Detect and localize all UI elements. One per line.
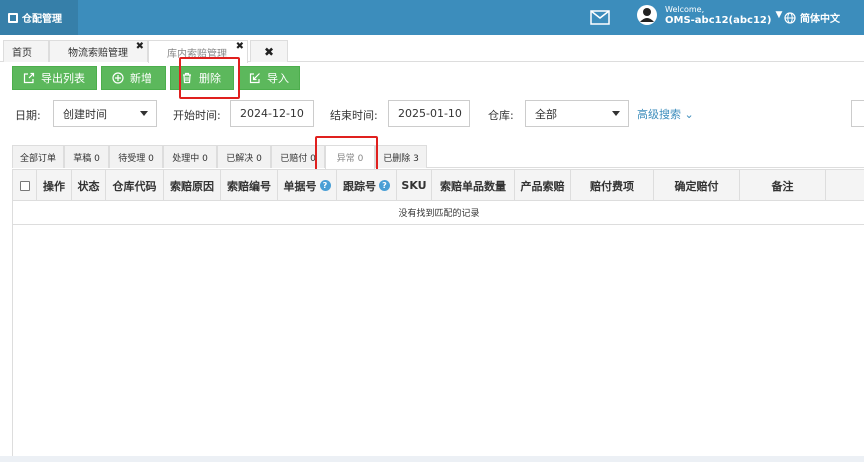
date-type-select[interactable]: 创建时间	[53, 100, 157, 127]
column-header-label: 单据号	[283, 179, 317, 193]
status-tab-label: 异常 0	[336, 154, 364, 164]
globe-icon	[784, 11, 796, 24]
delete-label: 删除	[199, 72, 221, 85]
column-header-tracking-no[interactable]: 跟踪号?	[337, 170, 397, 201]
footer-strip	[0, 456, 864, 462]
status-tab-exception[interactable]: 异常 0	[325, 145, 375, 169]
warehouse-label: 仓库:	[488, 109, 514, 122]
advanced-search-link[interactable]: 高级搜索 ⌄	[637, 106, 694, 122]
status-tab-pending[interactable]: 待受理 0	[109, 145, 163, 168]
user-menu[interactable]: Welcome, OMS-abc12(abc12) ▼	[637, 4, 782, 26]
tab-home[interactable]: 首页	[3, 40, 49, 62]
status-tab-draft[interactable]: 草稿 0	[64, 145, 109, 168]
tab-logistics-claims[interactable]: 物流索赔管理 ✖	[49, 40, 148, 62]
column-header[interactable]: 产品索赔	[515, 170, 571, 201]
start-time-label: 开始时间:	[173, 109, 221, 122]
tab-label: 物流索赔管理	[68, 48, 128, 59]
column-header[interactable]: 赔付费项	[571, 170, 654, 201]
app-logo-icon	[8, 12, 18, 23]
column-header-doc-no[interactable]: 单据号?	[278, 170, 337, 201]
mail-icon[interactable]	[590, 10, 610, 25]
export-icon	[23, 72, 35, 84]
delete-button[interactable]: 删除	[170, 66, 234, 90]
chevron-down-icon	[612, 111, 620, 116]
start-time-value: 2024-12-10	[240, 107, 304, 120]
status-tab-deleted[interactable]: 已删除 3	[375, 145, 427, 168]
add-button[interactable]: 新增	[101, 66, 166, 90]
advanced-search-label: 高级搜索	[637, 108, 681, 121]
welcome-text: Welcome,	[665, 5, 705, 14]
status-tab-label: 已删除 3	[383, 153, 419, 164]
end-time-label: 结束时间:	[330, 109, 378, 122]
chevron-down-icon	[140, 111, 148, 116]
select-all-checkbox-cell	[13, 170, 37, 201]
import-icon	[249, 73, 260, 84]
language-switch[interactable]: 简体中文	[784, 10, 840, 25]
tab-label: 库内索赔管理	[167, 48, 227, 60]
status-tab-label: 已解决 0	[226, 153, 262, 164]
page-tabs: 首页 物流索赔管理 ✖ 库内索赔管理 ✖ ✖	[0, 38, 864, 63]
warehouse-select[interactable]: 全部	[525, 100, 629, 127]
import-button[interactable]: 导入	[238, 66, 300, 90]
column-header-label: 跟踪号	[343, 179, 376, 193]
end-time-value: 2025-01-10	[398, 107, 462, 120]
column-header[interactable]: 状态	[72, 170, 106, 201]
status-tab-label: 已赔付 0	[280, 153, 316, 164]
end-time-input[interactable]: 2025-01-10	[388, 100, 470, 127]
chevron-down-icon: ⌄	[681, 108, 694, 121]
import-label: 导入	[267, 72, 289, 85]
close-icon: ✖	[263, 44, 275, 59]
empty-table-message: 没有找到匹配的记录	[13, 201, 864, 225]
username: OMS-abc12(abc12)	[665, 15, 772, 26]
top-bar: 仓配管理 Welcome, OMS-abc12(abc12) ▼ 简体中文	[0, 0, 864, 35]
close-icon[interactable]: ✖	[136, 41, 144, 52]
column-header[interactable]: 操作	[37, 170, 72, 201]
status-tab-paid[interactable]: 已赔付 0	[271, 145, 325, 168]
trash-icon	[183, 72, 191, 84]
status-tabs: 全部订单 草稿 0 待受理 0 处理中 0 已解决 0 已赔付 0 异常 0 已…	[12, 145, 864, 169]
status-tab-all[interactable]: 全部订单	[12, 145, 64, 168]
plus-circle-icon	[112, 72, 124, 84]
language-label: 简体中文	[800, 14, 840, 25]
column-header[interactable]: 索赔原因	[164, 170, 221, 201]
status-tab-processing[interactable]: 处理中 0	[163, 145, 217, 168]
date-label: 日期:	[15, 109, 41, 122]
status-tab-resolved[interactable]: 已解决 0	[217, 145, 271, 168]
brand-label: 仓配管理	[22, 14, 62, 25]
user-avatar-icon	[637, 5, 657, 25]
export-label: 导出列表	[41, 72, 85, 85]
start-time-input[interactable]: 2024-12-10	[230, 100, 314, 127]
add-label: 新增	[130, 72, 152, 85]
tab-warehouse-claims[interactable]: 库内索赔管理 ✖	[148, 40, 248, 63]
caret-down-icon: ▼	[775, 10, 783, 20]
export-list-button[interactable]: 导出列表	[12, 66, 97, 90]
column-header[interactable]: 确定赔付	[654, 170, 740, 201]
claims-table: 操作 状态 仓库代码 索赔原因 索赔编号 单据号? 跟踪号? SKU 索赔单品数…	[12, 169, 864, 457]
column-header[interactable]: 备注	[740, 170, 826, 201]
select-all-checkbox[interactable]	[19, 180, 30, 191]
column-header[interactable]: 索赔单品数量	[432, 170, 515, 201]
close-all-tabs-button[interactable]: ✖	[250, 40, 288, 62]
status-tab-label: 全部订单	[19, 153, 56, 164]
date-type-value: 创建时间	[63, 107, 107, 121]
help-icon[interactable]: ?	[319, 180, 331, 191]
column-header[interactable]: 索赔编号	[221, 170, 278, 201]
status-tab-label: 处理中 0	[172, 153, 208, 164]
table-header: 操作 状态 仓库代码 索赔原因 索赔编号 单据号? 跟踪号? SKU 索赔单品数…	[13, 169, 864, 201]
help-icon[interactable]: ?	[379, 180, 390, 191]
status-tab-label: 草稿 0	[73, 153, 100, 164]
search-button-partial[interactable]	[851, 100, 864, 127]
tab-label: 首页	[12, 48, 32, 59]
column-header[interactable]: SKU	[397, 170, 432, 201]
close-icon[interactable]: ✖	[236, 41, 244, 52]
status-tab-label: 待受理 0	[118, 153, 154, 164]
column-header[interactable]: 仓库代码	[106, 170, 164, 201]
brand[interactable]: 仓配管理	[0, 0, 78, 35]
warehouse-value: 全部	[535, 107, 557, 121]
